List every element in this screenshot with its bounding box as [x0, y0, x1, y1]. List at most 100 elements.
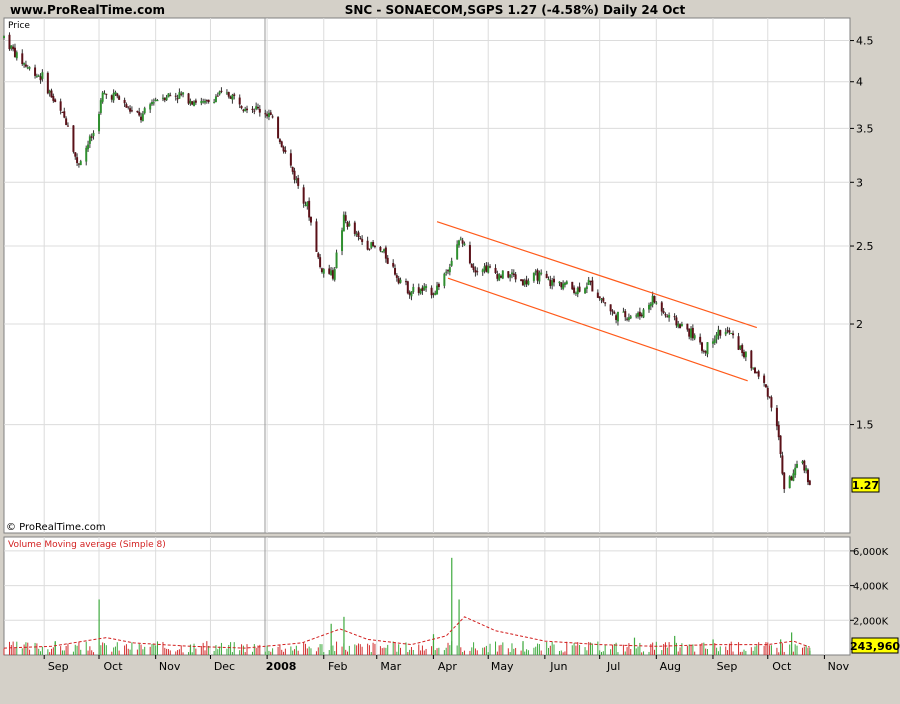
volume-bar — [664, 642, 666, 655]
volume-bar — [487, 652, 489, 655]
volume-bar — [663, 644, 665, 655]
volume-bar — [796, 645, 798, 655]
volume-bar — [169, 650, 171, 655]
candle-down — [507, 271, 510, 278]
candle-up — [622, 311, 625, 313]
volume-spike — [791, 632, 793, 655]
volume-bar — [688, 644, 690, 655]
candle-up — [355, 233, 358, 235]
candle-down — [297, 177, 300, 186]
volume-bar — [524, 651, 526, 655]
volume-bar — [219, 646, 221, 655]
candle-down — [105, 93, 108, 95]
candle-down — [615, 315, 618, 320]
candle-down — [640, 314, 643, 316]
candle-down — [699, 336, 702, 343]
candle-up — [225, 92, 228, 94]
volume-bar — [597, 641, 599, 655]
candle-down — [280, 141, 283, 148]
y-tick-label: 4.5 — [856, 35, 874, 48]
volume-bar — [546, 642, 548, 655]
copyright-label: © ProRealTime.com — [6, 522, 106, 533]
candle-down — [240, 106, 243, 109]
candle-down — [344, 215, 347, 221]
volume-bar — [560, 650, 562, 655]
candle-up — [463, 243, 466, 246]
candle-up — [178, 92, 181, 99]
candle-down — [496, 274, 499, 279]
candle-down — [65, 118, 68, 125]
volume-bar — [431, 646, 433, 655]
volume-bar — [16, 641, 18, 655]
volume-bar — [67, 643, 69, 655]
candle-up — [151, 102, 154, 105]
candle-down — [246, 108, 249, 111]
volume-bar — [341, 646, 343, 655]
volume-bar — [575, 645, 577, 655]
volume-bar — [195, 648, 197, 655]
candle-down — [777, 424, 780, 438]
volume-bar — [241, 644, 243, 655]
volume-bar — [220, 642, 222, 655]
volume-bar — [732, 651, 734, 655]
candle-down — [613, 311, 616, 314]
chart-svg: www.ProRealTime.com SNC - SONAECOM,SGPS … — [0, 0, 900, 700]
candle-down — [602, 297, 605, 302]
price-plot-area[interactable] — [3, 17, 851, 534]
volume-bar — [310, 648, 312, 655]
volume-bar — [361, 646, 363, 655]
candle-down — [24, 64, 27, 67]
volume-plot-area[interactable] — [3, 536, 851, 656]
y-tick-label: 1.5 — [856, 419, 874, 432]
volume-bar — [233, 642, 235, 655]
candle-down — [732, 333, 735, 336]
candle-up — [648, 304, 651, 310]
candle-up — [445, 271, 448, 273]
volume-bar — [716, 647, 718, 655]
volume-bar — [116, 642, 118, 655]
volume-bar — [270, 651, 272, 655]
candle-down — [129, 108, 132, 112]
volume-bar — [776, 647, 778, 655]
candle-down — [775, 407, 778, 427]
candle-down — [110, 95, 113, 100]
volume-bar — [166, 648, 168, 655]
volume-bar — [253, 644, 255, 655]
candle-down — [578, 286, 581, 292]
volume-bar — [562, 652, 564, 655]
candle-down — [653, 296, 656, 303]
volume-bar — [321, 644, 323, 655]
candle-up — [788, 476, 791, 489]
candle-up — [99, 100, 102, 113]
candle-down — [289, 153, 292, 166]
site-url[interactable]: www.ProRealTime.com — [10, 3, 165, 17]
volume-bar — [295, 645, 297, 655]
candle-down — [140, 116, 143, 121]
candle-up — [342, 214, 345, 232]
x-tick-label: Oct — [772, 660, 792, 673]
volume-bar — [630, 649, 632, 655]
volume-bar — [394, 642, 396, 655]
volume-bar — [244, 652, 246, 655]
volume-bar — [396, 651, 398, 655]
x-tick-label: Nov — [159, 660, 181, 673]
volume-bar — [425, 648, 427, 655]
volume-bar — [537, 643, 539, 655]
volume-bar — [129, 649, 131, 655]
volume-bar — [111, 651, 113, 655]
volume-bar — [801, 647, 803, 655]
volume-bar — [584, 647, 586, 655]
volume-bar — [445, 647, 447, 655]
volume-bar — [65, 646, 67, 655]
volume-bar — [334, 651, 336, 655]
candle-up — [456, 244, 459, 260]
y-tick-label: 3.5 — [856, 122, 874, 135]
volume-bar — [40, 651, 42, 655]
volume-bar — [677, 651, 679, 655]
last-volume-badge: 243,960 — [850, 637, 900, 654]
volume-bar — [789, 644, 791, 655]
volume-bar — [356, 645, 358, 655]
candle-up — [565, 281, 568, 285]
candle-down — [421, 287, 424, 291]
candle-down — [266, 114, 269, 117]
